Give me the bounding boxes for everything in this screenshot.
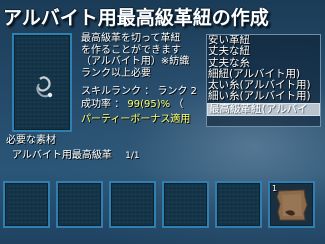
material-slot[interactable] <box>3 181 50 228</box>
description-line: （アルバイト用）※紡織 <box>81 56 190 67</box>
description-line: を作ることができます <box>81 44 181 56</box>
material-name: アルバイト用最高級革 <box>12 150 112 161</box>
party-bonus-label: パーティーボーナス適用 <box>81 114 191 125</box>
leather-hide-icon <box>276 189 308 221</box>
skill-rank-value: ランク 2 <box>157 86 197 97</box>
leather-cord-icon <box>36 76 53 98</box>
description-line: ランク以上必要 <box>81 67 151 79</box>
recipe-list[interactable]: 安い革紐 丈夫な紐 丈夫な糸 細紐(アルバイト用) 太い糸(アルバイト用) 細い… <box>206 34 321 127</box>
description-line: 最高級革を切って革紐 <box>81 33 181 44</box>
recipe-list-item[interactable]: 丈夫な紐 <box>207 45 320 57</box>
material-slot[interactable] <box>215 181 262 228</box>
material-slot[interactable] <box>56 181 103 228</box>
success-rate-label: 成功率 <box>81 99 111 110</box>
recipe-stats: スキルランク ： ランク 2 成功率 ： 99(95)% （ <box>81 85 197 111</box>
materials-label: 必要な素材 <box>6 135 56 146</box>
recipe-description: 最高級革を切って革紐 を作ることができます （アルバイト用）※紡織 ランク以上必… <box>81 33 201 79</box>
material-slot-filled[interactable]: 1 <box>268 181 315 228</box>
recipe-list-item-selected[interactable]: 最高級革紐(アルバイ <box>207 102 320 117</box>
window-title: アルバイト用最高級革紐の作成 <box>3 7 269 29</box>
recipe-list-item[interactable]: 細い糸(アルバイト用) <box>207 91 320 103</box>
materials-item: アルバイト用最高級革 1/1 <box>12 146 140 161</box>
skill-rank-label: スキルランク <box>81 86 141 97</box>
material-slot[interactable] <box>109 181 156 228</box>
success-rate-sep: ： <box>114 99 125 110</box>
skill-rank-sep: ： <box>144 86 155 97</box>
item-preview-slot <box>12 33 72 132</box>
success-rate-value: 99(95)% <box>127 99 171 110</box>
skill-rank-row: スキルランク ： ランク 2 <box>81 85 197 98</box>
material-slot[interactable] <box>162 181 209 228</box>
material-count: 1/1 <box>125 151 140 161</box>
success-rate-paren: （ <box>173 99 184 110</box>
